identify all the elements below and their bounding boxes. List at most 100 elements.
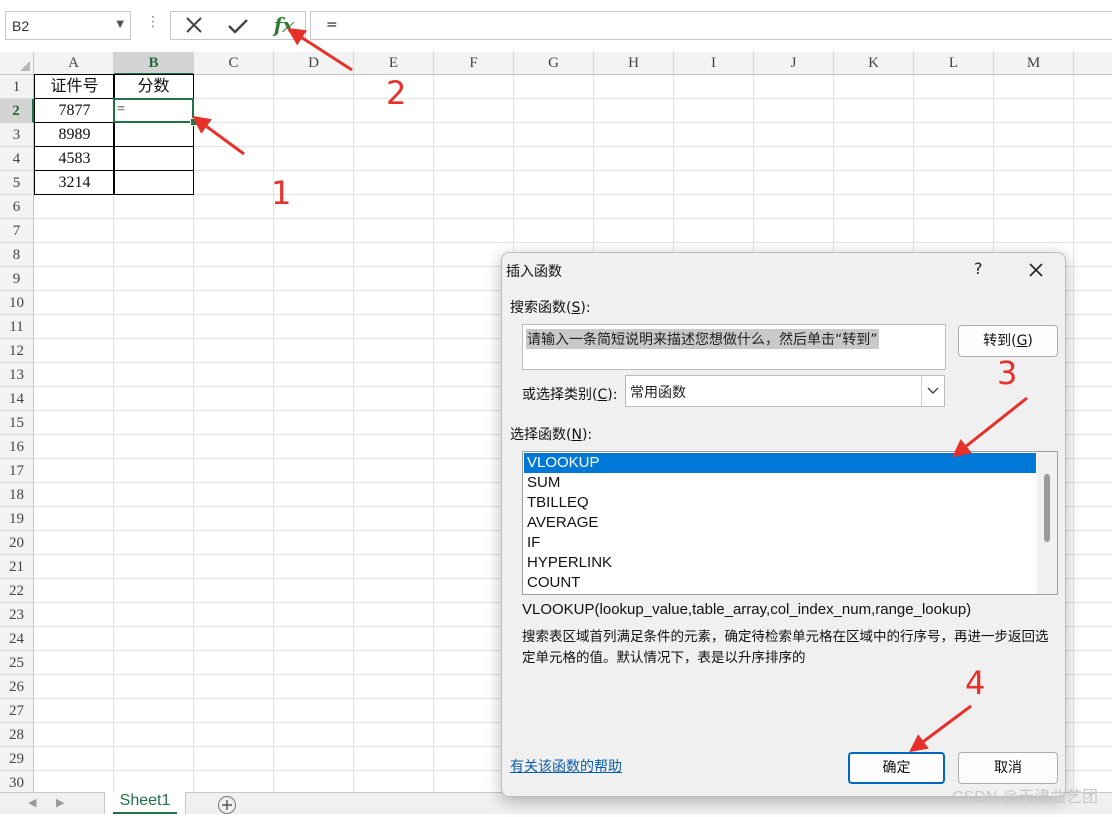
category-select[interactable]: 常用函数 [625,375,945,407]
scroll-left-icon[interactable]: ◀ [28,796,36,809]
cancel-button[interactable]: 取消 [958,752,1058,784]
row-header[interactable]: 17 [0,459,34,483]
column-header[interactable]: D [274,52,354,75]
row-header[interactable]: 22 [0,579,34,603]
column-header[interactable]: H [594,52,674,75]
row-header[interactable]: 2 [0,99,34,123]
go-button[interactable]: 转到(G) [958,325,1058,357]
watermark: CSDN @天津曲艺团 [951,789,1098,806]
enter-check-icon[interactable] [223,15,253,37]
row-header[interactable]: 16 [0,435,34,459]
row-header[interactable]: 21 [0,555,34,579]
formula-input[interactable]: = [310,11,1112,40]
cell-a1[interactable]: 证件号 [34,74,115,99]
column-header[interactable]: F [434,52,514,75]
row-header[interactable]: 3 [0,123,34,147]
row-header[interactable]: 4 [0,147,34,171]
more-vertical-icon[interactable]: ⋮ [146,14,160,30]
column-header[interactable]: B [114,52,194,75]
function-signature: VLOOKUP(lookup_value,table_array,col_ind… [522,601,972,618]
cancel-icon[interactable] [179,15,209,37]
row-header[interactable]: 5 [0,171,34,195]
row-header[interactable]: 19 [0,507,34,531]
sheet-tab-sheet1[interactable]: Sheet1 [104,792,186,814]
name-box[interactable]: B2 ▼ [5,11,131,40]
select-all-corner[interactable] [0,52,34,75]
column-header[interactable]: A [34,52,114,75]
row-header[interactable]: 15 [0,411,34,435]
add-sheet-icon[interactable] [218,796,236,814]
row-header[interactable]: 6 [0,195,34,219]
column-header[interactable] [1074,52,1112,75]
formula-buttons: fx [170,11,306,40]
column-header[interactable]: M [994,52,1074,75]
row-header[interactable]: 18 [0,483,34,507]
row-header[interactable]: 20 [0,531,34,555]
function-list-item[interactable]: AVERAGE [524,513,1036,533]
column-header[interactable]: G [514,52,594,75]
cell-a2[interactable]: 7877 [34,98,115,123]
sheet-tab-label: Sheet1 [119,792,171,809]
gridline [34,218,1112,219]
row-header[interactable]: 12 [0,339,34,363]
gridline [34,146,1112,147]
gridline [34,170,1112,171]
ok-button[interactable]: 确定 [848,752,945,784]
insert-function-dialog: 插入函数 ? 搜索函数(S): 请输入一条简短说明来描述您想做什么，然后单击“转… [501,252,1066,797]
scrollbar[interactable] [1037,452,1057,594]
row-header[interactable]: 11 [0,315,34,339]
cell-b5[interactable] [113,170,194,195]
insert-function-button[interactable]: fx [269,13,299,37]
column-header[interactable]: C [194,52,274,75]
row-header[interactable]: 26 [0,675,34,699]
dialog-title: 插入函数 [506,264,562,280]
gridline [34,242,1112,243]
function-list[interactable]: VLOOKUP SUM TBILLEQ AVERAGE IF HYPERLINK COUNT [522,451,1058,595]
function-help-link[interactable]: 有关该函数的帮助 [510,756,622,776]
gridline [34,194,1112,195]
row-header[interactable]: 1 [0,75,34,99]
row-header[interactable]: 8 [0,243,34,267]
column-header[interactable]: K [834,52,914,75]
row-header[interactable]: 10 [0,291,34,315]
help-icon[interactable]: ? [974,259,983,278]
column-header[interactable]: J [754,52,834,75]
close-icon[interactable] [1026,260,1046,280]
row-header[interactable]: 9 [0,267,34,291]
row-header[interactable]: 29 [0,747,34,771]
function-list-item[interactable]: VLOOKUP [524,453,1036,473]
scroll-right-icon[interactable]: ▶ [56,796,64,809]
column-header[interactable]: E [354,52,434,75]
scrollbar-thumb[interactable] [1044,474,1050,542]
cell-b3[interactable] [113,122,194,147]
row-header[interactable]: 27 [0,699,34,723]
search-input[interactable]: 请输入一条简短说明来描述您想做什么，然后单击“转到” [522,324,946,370]
chevron-down-icon[interactable]: ▼ [116,19,124,30]
row-header[interactable]: 23 [0,603,34,627]
cell-b4[interactable] [113,146,194,171]
row-header[interactable]: 28 [0,723,34,747]
function-list-item[interactable]: SUM [524,473,1036,493]
cell-b1[interactable]: 分数 [113,74,194,99]
chevron-down-icon[interactable] [921,376,944,406]
column-header[interactable]: I [674,52,754,75]
row-header[interactable]: 14 [0,387,34,411]
fill-handle[interactable] [190,118,198,126]
row-header[interactable]: 7 [0,219,34,243]
active-cell-b2[interactable]: = [113,98,194,123]
function-list-item[interactable]: IF [524,533,1036,553]
row-header[interactable]: 25 [0,651,34,675]
name-box-value: B2 [12,18,30,34]
column-header[interactable]: L [914,52,994,75]
category-value: 常用函数 [630,385,686,401]
row-header[interactable]: 13 [0,363,34,387]
function-list-item[interactable]: HYPERLINK [524,553,1036,573]
function-list-item[interactable]: TBILLEQ [524,493,1036,513]
cell-a4[interactable]: 4583 [34,146,115,171]
row-header[interactable]: 30 [0,771,34,792]
function-list-item[interactable]: COUNT [524,573,1036,593]
cell-a5[interactable]: 3214 [34,170,115,195]
row-header[interactable]: 24 [0,627,34,651]
cell-a3[interactable]: 8989 [34,122,115,147]
category-label: 或选择类别(C): [522,387,618,403]
